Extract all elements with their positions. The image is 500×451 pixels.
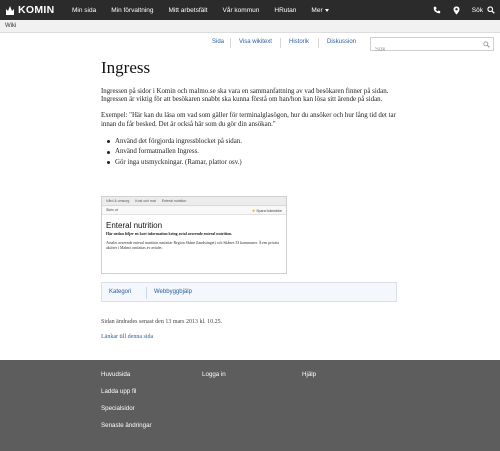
footer-column-2: Logga in — [202, 371, 226, 378]
list-item: Gör inga utsmyckningar. (Ramar, plattor … — [107, 158, 401, 169]
article-content: Ingress Ingressen på sidor i Komin och m… — [101, 58, 401, 174]
category-box: Kategori Webbyggbjälp — [101, 282, 397, 302]
screenshot-breadcrumb: Vård & omsorg Kost och mat Enteral nutri… — [102, 197, 286, 206]
list-item: Använd formatmallen Ingress. — [107, 147, 401, 158]
star-icon: ★ — [251, 207, 256, 213]
search-icon[interactable] — [483, 41, 490, 48]
footer-column-3: Hjälp — [302, 371, 316, 378]
page-title: Ingress — [101, 58, 151, 77]
category-label[interactable]: Kategori — [109, 289, 131, 295]
logo-text: KOMIN — [18, 4, 55, 16]
tab-historik[interactable]: Historik — [289, 39, 309, 45]
nav-item-hrutan[interactable]: HRutan — [274, 7, 296, 14]
footer-link-hjalp[interactable]: Hjälp — [302, 371, 316, 378]
category-link[interactable]: Webbyggbjälp — [154, 289, 192, 295]
footer-link-logga-in[interactable]: Logga in — [202, 371, 226, 378]
nav-item-var-kommun[interactable]: Vår kommun — [223, 7, 260, 14]
tab-divider — [280, 38, 281, 48]
tab-divider — [318, 38, 319, 48]
wiki-search-field[interactable] — [370, 37, 494, 56]
footer-link-ladda-upp-fil[interactable]: Ladda upp fil — [101, 388, 152, 395]
category-divider — [146, 287, 147, 299]
tab-sida[interactable]: Sida — [212, 39, 224, 45]
komin-logo-icon — [6, 5, 14, 15]
top-search-button[interactable]: Sök — [472, 6, 495, 14]
nav-item-min-sida[interactable]: Min sida — [72, 7, 96, 14]
search-input[interactable] — [371, 44, 493, 56]
screenshot-crumb: Vård & omsorg — [106, 199, 130, 203]
komin-logo[interactable]: KOMIN — [5, 3, 55, 17]
last-modified-text: Sidan ändrades senast den 13 mars 2013 k… — [101, 319, 223, 325]
guideline-list: Använd det förgjorda ingressblocket på s… — [107, 137, 401, 169]
tab-diskussion[interactable]: Diskussion — [327, 39, 356, 45]
screenshot-heading: Enteral nutrition — [106, 221, 163, 230]
screenshot-bookmark-label: Spara bokmärke — [256, 208, 282, 213]
top-search-label: Sök — [471, 6, 483, 14]
footer-link-specialsidor[interactable]: Specialsidor — [101, 405, 152, 412]
intro-paragraph: Ingressen på sidor i Komin och malmo.se … — [101, 88, 389, 104]
screenshot-toolbar: Skriv ut ★ Spara bokmärke — [102, 206, 286, 215]
location-pin-icon[interactable] — [453, 6, 460, 15]
nav-item-min-forvaltning[interactable]: Min förvaltning — [111, 7, 153, 14]
links-to-page-link[interactable]: Länkar till denna sida — [101, 334, 153, 340]
phone-icon[interactable] — [433, 6, 441, 14]
topbar-tools: Sök — [433, 0, 495, 20]
screenshot-lead: Här nedan följer en kort information kri… — [106, 232, 233, 236]
footer: Huvudsida Ladda upp fil Specialsidor Sen… — [0, 360, 500, 451]
screenshot-print-label: Skriv ut — [106, 208, 118, 212]
footer-link-huvudsida[interactable]: Huvudsida — [101, 371, 152, 378]
list-item: Använd det förgjorda ingressblocket på s… — [107, 137, 401, 148]
nav-item-more[interactable]: Mer — [311, 6, 329, 14]
chevron-down-icon — [324, 8, 329, 12]
nav-more-label: Mer — [311, 6, 323, 14]
screenshot-crumb: Enteral nutrition — [161, 199, 187, 203]
example-paragraph: Exempel: "Här kan du läsa om vad som gäl… — [101, 112, 396, 128]
footer-column-1: Huvudsida Ladda upp fil Specialsidor Sen… — [101, 371, 152, 429]
tab-divider — [230, 38, 231, 48]
nav-item-mitt-arbetsfalt[interactable]: Mitt arbetsfält — [169, 7, 208, 14]
search-icon — [487, 6, 495, 14]
footer-link-senaste-andringar[interactable]: Senaste ändringar — [101, 422, 152, 429]
screenshot-body: Avtalet avseende enteral nutrition omfat… — [106, 241, 280, 250]
breadcrumb[interactable]: Wiki — [5, 23, 16, 29]
example-screenshot-image: Vård & omsorg Kost och mat Enteral nutri… — [101, 196, 287, 274]
main-nav: Min sida Min förvaltning Mitt arbetsfält… — [72, 0, 344, 20]
screenshot-crumb: Kost och mat — [135, 199, 156, 203]
top-navigation-bar: KOMIN Min sida Min förvaltning Mitt arbe… — [0, 0, 500, 20]
screenshot-bookmark: ★ Spara bokmärke — [252, 208, 282, 213]
tab-visa-wikitext[interactable]: Visa wikitext — [239, 39, 272, 45]
breadcrumb-bar: Wiki — [0, 20, 500, 33]
